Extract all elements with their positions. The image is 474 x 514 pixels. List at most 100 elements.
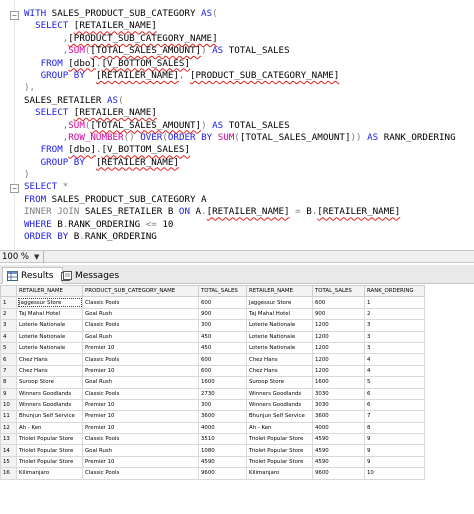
table-cell[interactable]: Goal Rush — [82, 444, 199, 457]
collapse-toggle-with[interactable]: − — [10, 11, 19, 20]
table-cell[interactable]: 2730 — [198, 387, 247, 400]
row-number[interactable]: 2 — [0, 307, 17, 321]
table-row[interactable]: 3 Loterie Nationale Classic Pools 300 Loteri… — [0, 319, 425, 332]
row-number[interactable]: 12 — [0, 421, 17, 435]
grid-corner[interactable] — [0, 285, 17, 298]
table-cell[interactable]: Loterie Nationale — [246, 341, 313, 355]
table-cell[interactable]: 6 — [364, 387, 425, 400]
table-cell[interactable]: 1200 — [312, 353, 365, 366]
table-cell[interactable]: Loterie Nationale — [16, 319, 83, 332]
row-number[interactable]: 3 — [0, 319, 17, 332]
table-cell[interactable]: 4 — [364, 353, 425, 366]
column-header[interactable]: PRODUCT_SUB_CATEGORY_NAME — [82, 285, 199, 298]
column-header[interactable]: TOTAL_SALES — [312, 285, 365, 298]
table-cell[interactable]: 4590 — [312, 455, 365, 469]
table-cell[interactable]: Ah - Ken — [246, 421, 313, 435]
table-cell[interactable]: Loterie Nationale — [246, 330, 313, 343]
table-cell[interactable]: 1200 — [312, 330, 365, 343]
table-cell[interactable]: Loterie Nationale — [16, 330, 83, 343]
table-cell[interactable]: 10 — [364, 467, 425, 480]
column-header[interactable]: TOTAL_SALES — [198, 285, 247, 298]
table-cell[interactable]: Triolet Popular Store — [246, 455, 313, 469]
row-number[interactable]: 8 — [0, 376, 17, 389]
tab-results[interactable]: Results — [2, 267, 63, 284]
row-number[interactable]: 4 — [0, 330, 17, 343]
table-cell[interactable]: Classic Pools — [82, 296, 199, 309]
table-cell[interactable]: 9 — [364, 444, 425, 457]
table-cell[interactable]: 1200 — [312, 319, 365, 332]
table-cell[interactable]: Suroop Store — [16, 376, 83, 389]
table-cell[interactable]: Goal Rush — [82, 376, 199, 389]
table-cell[interactable]: 2 — [364, 307, 425, 321]
table-cell[interactable]: Chez Hans — [246, 353, 313, 366]
row-number[interactable]: 15 — [0, 455, 17, 469]
row-number[interactable]: 5 — [0, 341, 17, 355]
table-row[interactable]: 1 Jaggessur Store Classic Pools 600 Jaggessu… — [0, 296, 425, 309]
table-cell[interactable]: 3030 — [312, 398, 365, 412]
table-cell[interactable]: 3510 — [198, 433, 247, 446]
table-cell[interactable]: 1080 — [198, 444, 247, 457]
table-cell[interactable]: 300 — [198, 319, 247, 332]
table-cell[interactable]: 4590 — [312, 444, 365, 457]
table-cell[interactable]: 1200 — [312, 364, 365, 378]
table-cell[interactable]: 6 — [364, 398, 425, 412]
table-cell[interactable]: Triolet Popular Store — [16, 444, 83, 457]
table-cell[interactable]: Chez Hans — [16, 353, 83, 366]
table-cell[interactable]: Triolet Popular Store — [16, 455, 83, 469]
table-cell[interactable]: Jaggessur Store — [246, 296, 313, 309]
table-cell[interactable]: Classic Pools — [82, 467, 199, 480]
table-cell[interactable]: 900 — [198, 307, 247, 321]
row-number[interactable]: 6 — [0, 353, 17, 366]
row-number[interactable]: 9 — [0, 387, 17, 400]
table-cell[interactable]: 600 — [198, 296, 247, 309]
table-cell[interactable]: Ah - Ken — [16, 421, 83, 435]
table-cell[interactable]: 3600 — [198, 410, 247, 423]
table-row[interactable]: 8 Suroop Store Goal Rush 1600 Suroop Store 16… — [0, 376, 425, 389]
table-cell[interactable]: Classic Pools — [82, 387, 199, 400]
tab-messages[interactable]: Messages — [56, 267, 128, 284]
column-header[interactable]: RETAILER_NAME — [246, 285, 313, 298]
table-cell[interactable]: 9 — [364, 455, 425, 469]
table-cell[interactable]: 600 — [198, 353, 247, 366]
table-cell[interactable]: 900 — [312, 307, 365, 321]
table-cell[interactable]: 3 — [364, 341, 425, 355]
table-cell[interactable]: Chez Hans — [16, 364, 83, 378]
table-row[interactable]: 7 Chez Hans Premier 10 600 Chez Hans 1200 4 — [0, 364, 425, 378]
table-cell[interactable]: Bhunjun Self Service — [16, 410, 83, 423]
row-number[interactable]: 13 — [0, 433, 17, 446]
table-cell[interactable]: 3 — [364, 330, 425, 343]
table-cell[interactable]: 1 — [364, 296, 425, 309]
table-cell[interactable]: 3600 — [312, 410, 365, 423]
table-cell[interactable]: Premier 10 — [82, 364, 199, 378]
zoom-select[interactable]: 100 % ▼ — [0, 251, 44, 263]
column-header[interactable]: RANK_ORDERING — [364, 285, 425, 298]
table-cell[interactable]: 300 — [198, 398, 247, 412]
table-row[interactable]: 4 Loterie Nationale Goal Rush 450 Loterie Na… — [0, 330, 425, 343]
table-cell[interactable]: Winners Goodlands — [16, 398, 83, 412]
table-cell[interactable]: Winners Goodlands — [246, 387, 313, 400]
table-cell[interactable]: Premier 10 — [82, 410, 199, 423]
table-cell[interactable]: Taj Mahal Hotel — [16, 307, 83, 321]
table-cell[interactable]: 9600 — [312, 467, 365, 480]
table-cell[interactable]: 450 — [198, 341, 247, 355]
table-cell[interactable]: 1200 — [312, 341, 365, 355]
table-cell[interactable]: Classic Pools — [82, 433, 199, 446]
table-cell[interactable]: Classic Pools — [82, 319, 199, 332]
table-cell[interactable]: Kilimanjaro — [16, 467, 83, 480]
table-cell[interactable]: Premier 10 — [82, 421, 199, 435]
table-cell[interactable]: 4000 — [198, 421, 247, 435]
row-number[interactable]: 16 — [0, 467, 17, 480]
sql-code[interactable]: WITH SALES_PRODUCT_SUB_CATEGORY AS( SELE… — [24, 8, 456, 243]
table-cell[interactable]: 3 — [364, 319, 425, 332]
table-cell[interactable]: Chez Hans — [246, 364, 313, 378]
table-cell[interactable]: Taj Mahal Hotel — [246, 307, 313, 321]
collapse-toggle-select[interactable]: − — [10, 184, 19, 193]
table-cell[interactable]: Winners Goodlands — [246, 398, 313, 412]
table-cell[interactable]: 450 — [198, 330, 247, 343]
table-cell[interactable]: 8 — [364, 421, 425, 435]
table-row[interactable]: 15 Triolet Popular Store Premier 10 4590 Tri… — [0, 455, 425, 469]
table-cell[interactable]: 1600 — [312, 376, 365, 389]
table-row[interactable]: 6 Chez Hans Classic Pools 600 Chez Hans 1200 4 — [0, 353, 425, 366]
table-cell[interactable]: Goal Rush — [82, 307, 199, 321]
table-cell[interactable]: 9600 — [198, 467, 247, 480]
